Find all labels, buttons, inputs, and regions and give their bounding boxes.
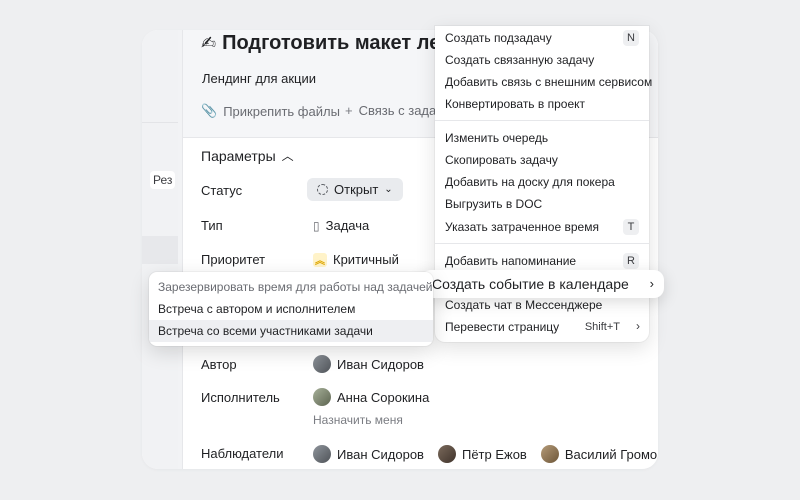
status-open-icon bbox=[317, 184, 328, 195]
menu-divider bbox=[435, 120, 649, 121]
shortcut-badge: T bbox=[623, 219, 639, 235]
menu-item-label: Создать связанную задачу bbox=[445, 53, 595, 67]
status-value: Открыт bbox=[334, 182, 379, 197]
type-field[interactable]: ▯ Задача bbox=[313, 218, 369, 233]
avatar bbox=[313, 445, 331, 463]
avatar bbox=[540, 445, 559, 463]
menu-item-label: Создать чат в Мессенджере bbox=[445, 298, 603, 312]
status-chip[interactable]: Открыт ⌄ bbox=[307, 178, 403, 201]
priority-label: Приоритет bbox=[201, 252, 266, 267]
menu-item-create-calendar-event[interactable]: Создать событие в календаре › bbox=[421, 270, 664, 298]
list-row-highlight[interactable] bbox=[142, 236, 178, 264]
menu-item-add-reminder[interactable]: Добавить напоминание R bbox=[435, 250, 649, 272]
priority-field[interactable]: ︽ Критичный bbox=[313, 252, 399, 267]
menu-item-label: Выгрузить в DOC bbox=[445, 197, 543, 211]
menu-item-change-queue[interactable]: Изменить очередь bbox=[435, 127, 649, 149]
menu-item-label: Добавить на доску для покера bbox=[445, 175, 615, 189]
chevron-right-icon: › bbox=[636, 319, 640, 333]
menu-divider bbox=[435, 243, 649, 244]
menu-item-label: Указать затраченное время bbox=[445, 220, 599, 234]
document-icon: ▯ bbox=[313, 218, 320, 233]
menu-item-add-external-link[interactable]: Добавить связь с внешним сервисом bbox=[435, 71, 653, 93]
menu-item-label: Добавить напоминание bbox=[445, 254, 577, 268]
watchers-label: Наблюдатели bbox=[201, 446, 284, 461]
shortcut-badge: R bbox=[623, 253, 639, 269]
author-label: Автор bbox=[201, 357, 237, 372]
watcher-name: Василий Громов bbox=[564, 446, 658, 462]
assign-me-link[interactable]: Назначить меня bbox=[313, 413, 403, 427]
submenu-item-label: Встреча со всеми участниками задачи bbox=[158, 324, 373, 338]
menu-item-label: Изменить очередь bbox=[445, 131, 549, 145]
submenu-item-meeting-all-participants[interactable]: Встреча со всеми участниками задачи bbox=[149, 320, 433, 342]
menu-item-copy-task[interactable]: Скопировать задачу bbox=[435, 149, 649, 171]
avatar bbox=[437, 445, 456, 463]
avatar bbox=[313, 388, 331, 406]
watcher-item[interactable]: Василий Громов bbox=[540, 445, 658, 463]
menu-item-label: Скопировать задачу bbox=[445, 153, 558, 167]
shortcut-badge: Shift+T bbox=[584, 321, 620, 333]
author-value: Иван Сидоров bbox=[337, 356, 424, 372]
assignee-value: Анна Сорокина bbox=[337, 389, 430, 405]
task-title[interactable]: ✍ Подготовить макет ле bbox=[201, 32, 440, 55]
type-label: Тип bbox=[201, 218, 223, 233]
submenu-header-text: Зарезервировать время для работы над зад… bbox=[158, 280, 433, 294]
menu-item-translate-page[interactable]: Перевести страницу Shift+T › bbox=[435, 316, 649, 338]
menu-item-convert-to-project[interactable]: Конвертировать в проект bbox=[435, 93, 649, 115]
shortcut-badge: N bbox=[623, 30, 639, 46]
list-column-label: Рез bbox=[150, 171, 176, 189]
pencil-icon: ✍ bbox=[201, 33, 217, 53]
attach-files-label: Прикрепить файлы bbox=[223, 103, 340, 119]
priority-critical-icon: ︽ bbox=[313, 252, 327, 267]
queue-list-strip: Рез bbox=[142, 30, 178, 469]
params-heading: Параметры bbox=[201, 147, 276, 164]
watcher-item[interactable]: Пётр Ежов bbox=[437, 445, 527, 463]
list-divider bbox=[142, 122, 178, 123]
menu-item-label: Создать подзадачу bbox=[445, 31, 552, 45]
author-field[interactable]: Иван Сидоров bbox=[313, 355, 424, 373]
type-value: Задача bbox=[325, 218, 370, 233]
calendar-submenu: Зарезервировать время для работы над зад… bbox=[149, 272, 433, 346]
status-dropdown[interactable]: Открыт ⌄ bbox=[307, 178, 403, 201]
submenu-item-meeting-author-assignee[interactable]: Встреча с автором и исполнителем bbox=[149, 298, 433, 320]
menu-item-label: Добавить связь с внешним сервисом bbox=[445, 75, 653, 89]
assignee-field[interactable]: Анна Сорокина bbox=[313, 388, 429, 406]
plus-icon: + bbox=[345, 103, 353, 118]
menu-item-create-linked-task[interactable]: Создать связанную задачу bbox=[435, 49, 649, 71]
watcher-name: Пётр Ежов bbox=[461, 446, 527, 462]
chevron-down-icon: ⌄ bbox=[384, 184, 393, 195]
paperclip-icon: 📎 bbox=[201, 103, 218, 118]
chevron-right-icon: › bbox=[649, 276, 654, 291]
menu-item-log-time[interactable]: Указать затраченное время T bbox=[435, 216, 649, 238]
watcher-item[interactable]: Иван Сидоров bbox=[313, 445, 424, 463]
avatar bbox=[313, 355, 331, 373]
priority-value: Критичный bbox=[333, 252, 399, 267]
chevron-up-icon: ︿ bbox=[281, 149, 294, 163]
menu-item-label: Создать событие в календаре bbox=[432, 276, 629, 292]
menu-item-export-doc[interactable]: Выгрузить в DOC bbox=[435, 193, 649, 215]
menu-item-add-to-poker[interactable]: Добавить на доску для покера bbox=[435, 171, 649, 193]
task-subtitle[interactable]: Лендинг для акции bbox=[202, 71, 316, 86]
menu-item-label: Перевести страницу bbox=[445, 320, 560, 334]
params-toggle[interactable]: Параметры ︿ bbox=[201, 147, 294, 164]
watchers-list: Иван Сидоров Пётр Ежов Василий Громов bbox=[313, 445, 658, 463]
watcher-name: Иван Сидоров bbox=[337, 446, 424, 462]
submenu-item-label: Встреча с автором и исполнителем bbox=[158, 302, 356, 316]
attach-files-button[interactable]: 📎 Прикрепить файлы bbox=[201, 103, 340, 119]
submenu-header: Зарезервировать время для работы над зад… bbox=[158, 280, 433, 294]
status-label: Статус bbox=[201, 183, 243, 198]
menu-item-label: Конвертировать в проект bbox=[445, 97, 586, 111]
menu-item-create-subtask[interactable]: Создать подзадачу N bbox=[435, 27, 649, 49]
task-title-text: Подготовить макет ле bbox=[222, 32, 441, 54]
assignee-label: Исполнитель bbox=[201, 390, 280, 405]
